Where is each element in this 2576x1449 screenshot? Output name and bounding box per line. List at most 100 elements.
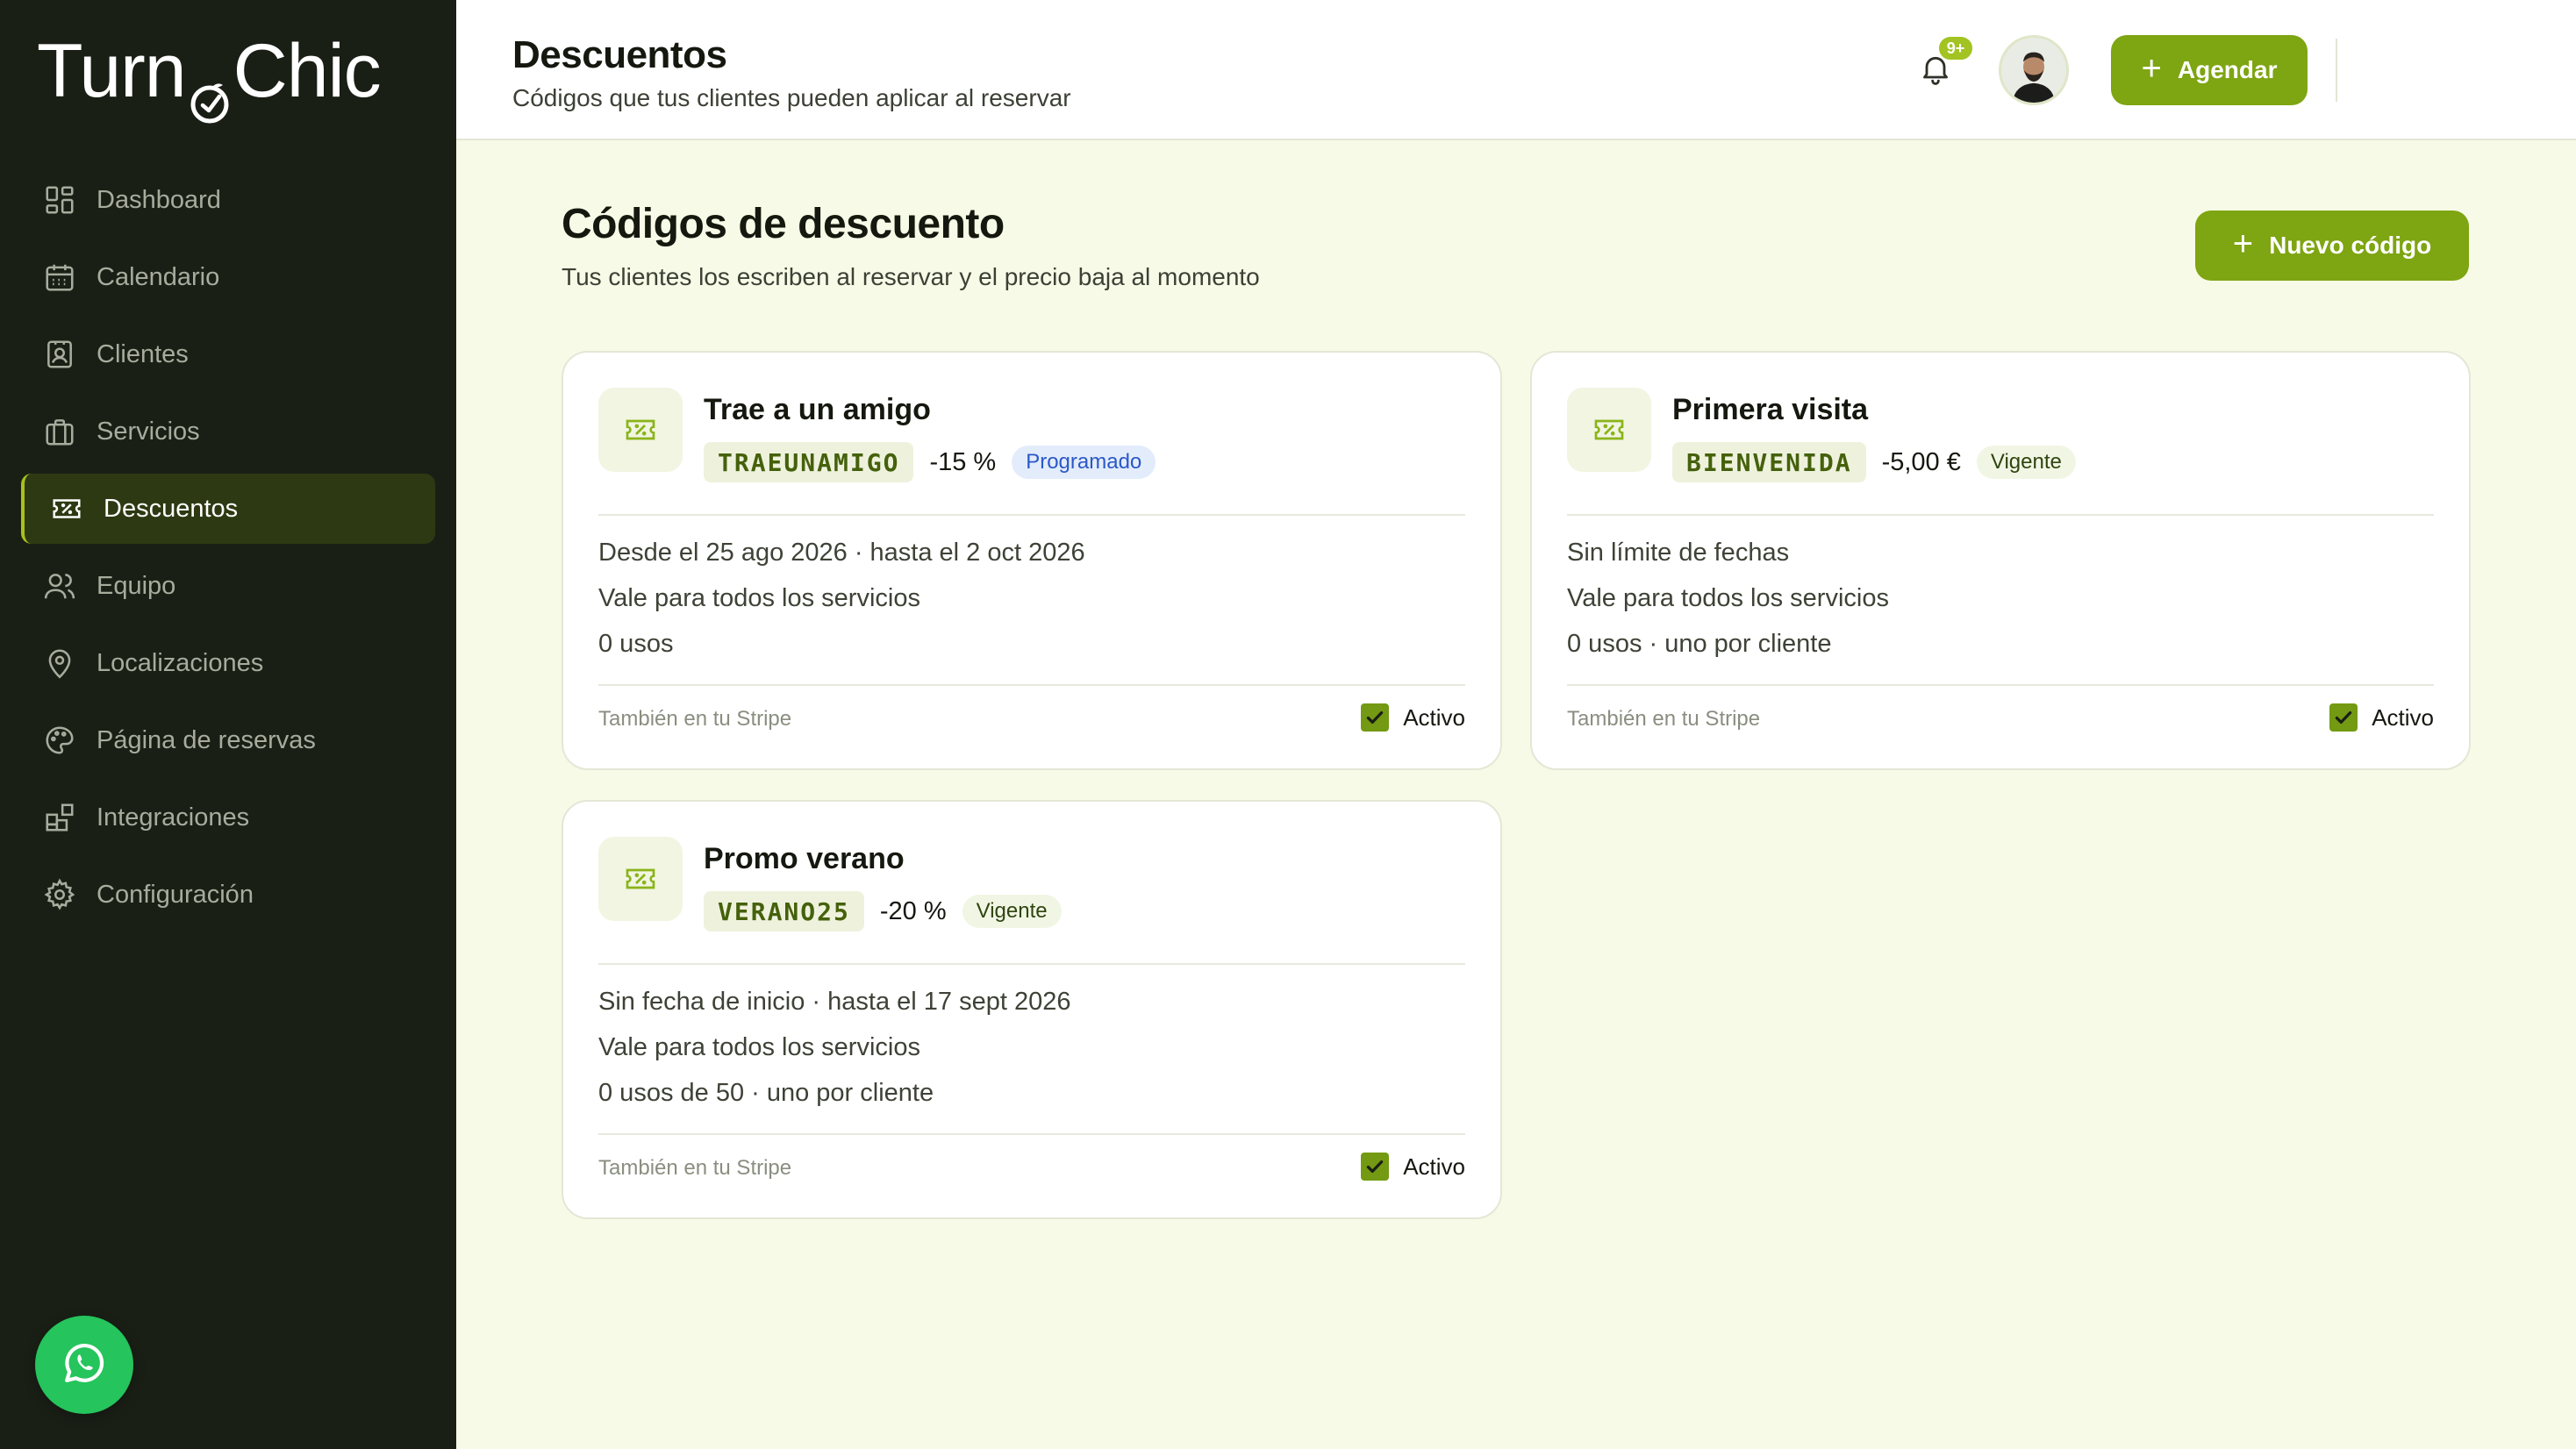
checkmark-icon [2329, 703, 2358, 732]
checkmark-icon [1361, 703, 1390, 732]
calendar-icon [42, 260, 77, 295]
active-label: Activo [2372, 703, 2434, 731]
discount-card[interactable]: Promo verano VERANO25 -20 % Vigente Sin … [562, 800, 1502, 1219]
header-divider [2336, 39, 2337, 102]
brand-name-start: Turn [37, 28, 187, 113]
contact-card-icon [42, 337, 77, 372]
card-scope: Vale para todos los servicios [598, 1033, 920, 1061]
sidebar-item-label: Integraciones [97, 803, 250, 832]
ticket-icon [49, 491, 84, 526]
sidebar-item-servicios[interactable]: Servicios [21, 396, 435, 467]
sidebar-item-integraciones[interactable]: Integraciones [21, 782, 435, 853]
sidebar-item-configuracion[interactable]: Configuración [21, 860, 435, 930]
checkmark-icon [1361, 1153, 1390, 1181]
discount-code[interactable]: BIENVENIDA [1672, 442, 1866, 482]
plus-icon: + [2141, 49, 2162, 88]
discount-code[interactable]: VERANO25 [704, 891, 864, 932]
agendar-label: Agendar [2177, 56, 2278, 83]
sidebar-item-clientes[interactable]: Clientes [21, 319, 435, 389]
section-title: Códigos de descuento [562, 201, 1005, 247]
sidebar-item-label: Calendario [97, 262, 220, 291]
divider [598, 514, 1465, 516]
ticket-icon [1567, 388, 1651, 472]
active-checkbox[interactable]: Activo [1361, 703, 1465, 732]
active-label: Activo [1403, 1153, 1465, 1180]
divider [1567, 684, 2434, 686]
card-meta: BIENVENIDA -5,00 € Vigente [1672, 442, 2076, 482]
sidebar-item-pagina-de-reservas[interactable]: Página de reservas [21, 705, 435, 775]
dashboard-icon [42, 182, 77, 218]
discount-amount: -5,00 € [1881, 447, 1961, 476]
divider [598, 1133, 1465, 1135]
discount-amount: -20 % [879, 896, 947, 925]
card-usage: 0 usos [598, 630, 674, 658]
agendar-button[interactable]: + Agendar [2111, 35, 2308, 105]
status-badge: Vigente [1976, 446, 2076, 479]
discount-card[interactable]: Trae a un amigo TRAEUNAMIGO -15 % Progra… [562, 351, 1502, 770]
users-icon [42, 568, 77, 603]
discount-amount: -15 % [929, 447, 997, 476]
stripe-note: También en tu Stripe [598, 707, 792, 731]
card-usage: 0 usos de 50 · uno por cliente [598, 1079, 934, 1107]
sidebar-item-label: Servicios [97, 417, 200, 446]
status-badge: Programado [1012, 446, 1156, 479]
ticket-icon [598, 837, 683, 921]
card-dates: Sin fecha de inicio · hasta el 17 sept 2… [598, 988, 1071, 1016]
clock-icon [188, 57, 232, 124]
sidebar-item-localizaciones[interactable]: Localizaciones [21, 628, 435, 698]
sidebar-item-equipo[interactable]: Equipo [21, 551, 435, 621]
sidebar-item-label: Página de reservas [97, 725, 316, 754]
notifications-badge: 9+ [1937, 35, 1974, 61]
new-code-button[interactable]: + Nuevo código [2195, 211, 2469, 281]
active-checkbox[interactable]: Activo [1361, 1153, 1465, 1181]
avatar[interactable] [1999, 35, 2069, 105]
page-title: Descuentos [512, 33, 727, 76]
sidebar-item-label: Clientes [97, 339, 189, 368]
ticket-icon [598, 388, 683, 472]
map-pin-icon [42, 646, 77, 681]
card-dates: Sin límite de fechas [1567, 539, 1790, 567]
card-usage: 0 usos · uno por cliente [1567, 630, 1832, 658]
card-meta: TRAEUNAMIGO -15 % Programado [704, 442, 1156, 482]
card-title: Promo verano [704, 842, 905, 875]
sidebar-item-descuentos[interactable]: Descuentos [21, 474, 435, 544]
sidebar-item-label: Descuentos [104, 494, 239, 523]
sidebar-item-dashboard[interactable]: Dashboard [21, 165, 435, 235]
plus-icon: + [2232, 225, 2254, 263]
blocks-icon [42, 800, 77, 835]
card-meta: VERANO25 -20 % Vigente [704, 891, 1062, 932]
sidebar-item-label: Dashboard [97, 185, 221, 214]
card-scope: Vale para todos los servicios [598, 584, 920, 612]
brand-logo[interactable]: Turn Chic [37, 29, 382, 124]
card-dates: Desde el 25 ago 2026 · hasta el 2 oct 20… [598, 539, 1085, 567]
new-code-label: Nuevo código [2269, 232, 2432, 259]
stripe-note: También en tu Stripe [598, 1156, 792, 1180]
palette-icon [42, 723, 77, 758]
sidebar-item-label: Equipo [97, 571, 176, 600]
discount-code[interactable]: TRAEUNAMIGO [704, 442, 914, 482]
card-title: Trae a un amigo [704, 393, 931, 426]
top-header: Descuentos Códigos que tus clientes pued… [456, 0, 2576, 140]
sidebar-item-calendario[interactable]: Calendario [21, 242, 435, 312]
status-badge: Vigente [962, 895, 1062, 928]
active-label: Activo [1403, 703, 1465, 731]
brand-name-end: Chic [233, 28, 382, 113]
briefcase-icon [42, 414, 77, 449]
divider [1567, 514, 2434, 516]
whatsapp-icon [60, 1338, 109, 1392]
sidebar-item-label: Localizaciones [97, 648, 264, 677]
section-subtitle: Tus clientes los escriben al reservar y … [562, 263, 1260, 290]
card-title: Primera visita [1672, 393, 1869, 426]
gear-icon [42, 877, 77, 912]
active-checkbox[interactable]: Activo [2329, 703, 2434, 732]
sidebar: Turn Chic Dashboard Calendario Clientes … [0, 0, 456, 1449]
page-subtitle: Códigos que tus clientes pueden aplicar … [512, 84, 1071, 111]
card-scope: Vale para todos los servicios [1567, 584, 1889, 612]
sidebar-nav: Dashboard Calendario Clientes Servicios … [21, 165, 435, 937]
whatsapp-button[interactable] [35, 1316, 133, 1414]
divider [598, 963, 1465, 965]
sidebar-item-label: Configuración [97, 880, 254, 909]
stripe-note: También en tu Stripe [1567, 707, 1761, 731]
divider [598, 684, 1465, 686]
discount-card[interactable]: Primera visita BIENVENIDA -5,00 € Vigent… [1530, 351, 2471, 770]
